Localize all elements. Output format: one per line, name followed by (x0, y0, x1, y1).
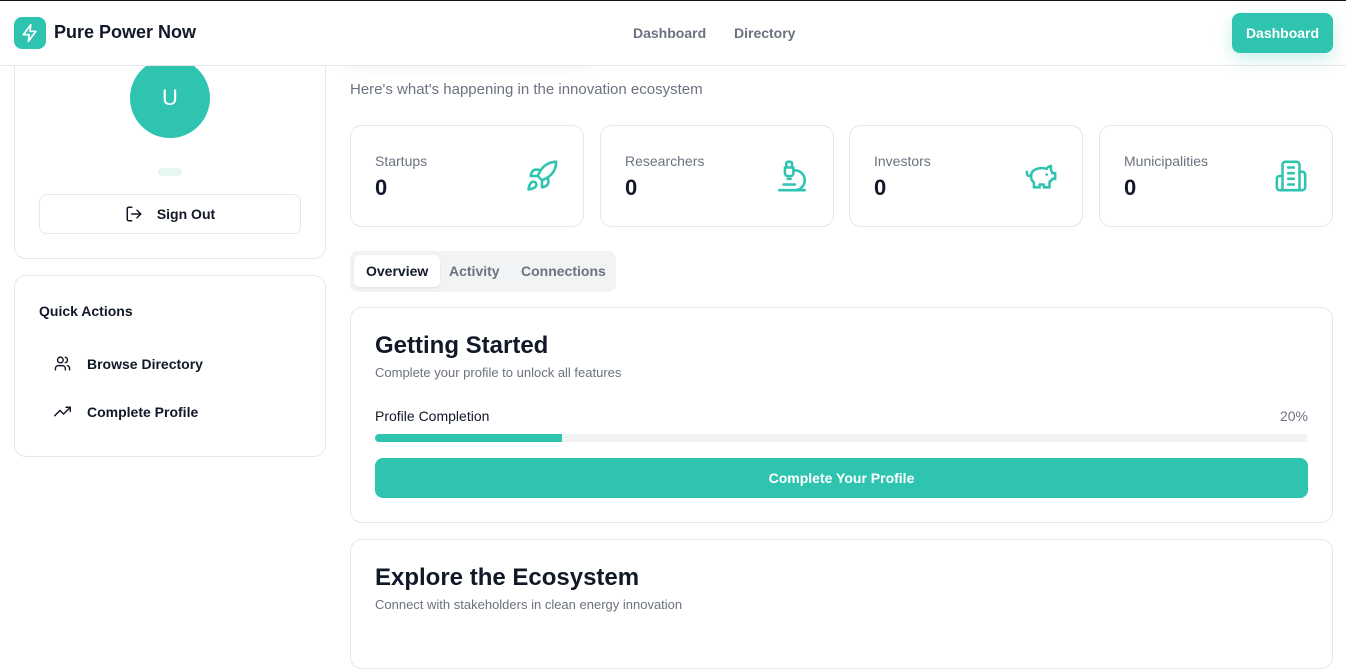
top-header: Pure Power Now Dashboard Directory Dashb… (0, 1, 1346, 66)
stat-value: 0 (1124, 175, 1137, 200)
name-placeholder (158, 168, 182, 176)
stat-card-municipalities: Municipalities 0 (1099, 125, 1333, 227)
quick-actions-title: Quick Actions (39, 303, 133, 319)
rocket-icon (527, 160, 558, 191)
stat-value: 0 (375, 175, 388, 200)
stat-value: 0 (625, 175, 638, 200)
lightning-icon (22, 23, 37, 43)
stat-label: Municipalities (1124, 153, 1209, 169)
nav-directory-link[interactable]: Directory (734, 25, 795, 41)
complete-profile-action[interactable]: Complete Profile (54, 403, 198, 420)
nav-dashboard-link[interactable]: Dashboard (633, 25, 706, 41)
tab-connections[interactable]: Connections (509, 255, 618, 287)
profile-completion-percent: 20% (1279, 408, 1308, 424)
stat-card-researchers: Researchers 0 (600, 125, 834, 227)
brand-name[interactable]: Pure Power Now (54, 22, 196, 43)
browse-directory-label: Browse Directory (87, 355, 203, 372)
browse-directory-action[interactable]: Browse Directory (54, 355, 203, 372)
stat-label: Startups (375, 153, 428, 169)
getting-started-subtitle: Complete your profile to unlock all feat… (375, 365, 622, 380)
sign-out-label: Sign Out (156, 206, 216, 222)
piggy-bank-icon (1025, 164, 1057, 189)
avatar: U (130, 58, 210, 138)
trending-up-icon (54, 406, 71, 417)
profile-completion-label: Profile Completion (375, 408, 490, 424)
stat-value: 0 (874, 175, 887, 200)
tab-overview[interactable]: Overview (354, 255, 441, 287)
microscope-icon (777, 160, 807, 192)
tab-list: Overview Activity Connections (350, 251, 616, 292)
stat-label: Investors (874, 153, 931, 169)
complete-profile-label: Complete Profile (87, 403, 199, 420)
complete-your-profile-button[interactable]: Complete Your Profile (375, 458, 1308, 498)
stat-card-startups: Startups 0 (350, 125, 584, 227)
stat-label: Researchers (625, 153, 705, 169)
explore-subtitle: Connect with stakeholders in clean energ… (375, 597, 683, 612)
getting-started-title: Getting Started (375, 332, 549, 359)
profile-progress-fill (375, 434, 562, 442)
logo[interactable] (14, 17, 46, 49)
tab-activity[interactable]: Activity (437, 255, 512, 287)
page-subtitle: Here's what's happening in the innovatio… (350, 81, 703, 98)
users-icon (54, 356, 71, 371)
dashboard-button[interactable]: Dashboard (1232, 13, 1333, 53)
building-icon (1275, 160, 1307, 192)
explore-title: Explore the Ecosystem (375, 564, 640, 591)
log-out-icon (126, 206, 142, 222)
sign-out-button[interactable]: Sign Out (39, 194, 301, 234)
stat-card-investors: Investors 0 (849, 125, 1083, 227)
profile-progress-bar (375, 434, 1308, 442)
